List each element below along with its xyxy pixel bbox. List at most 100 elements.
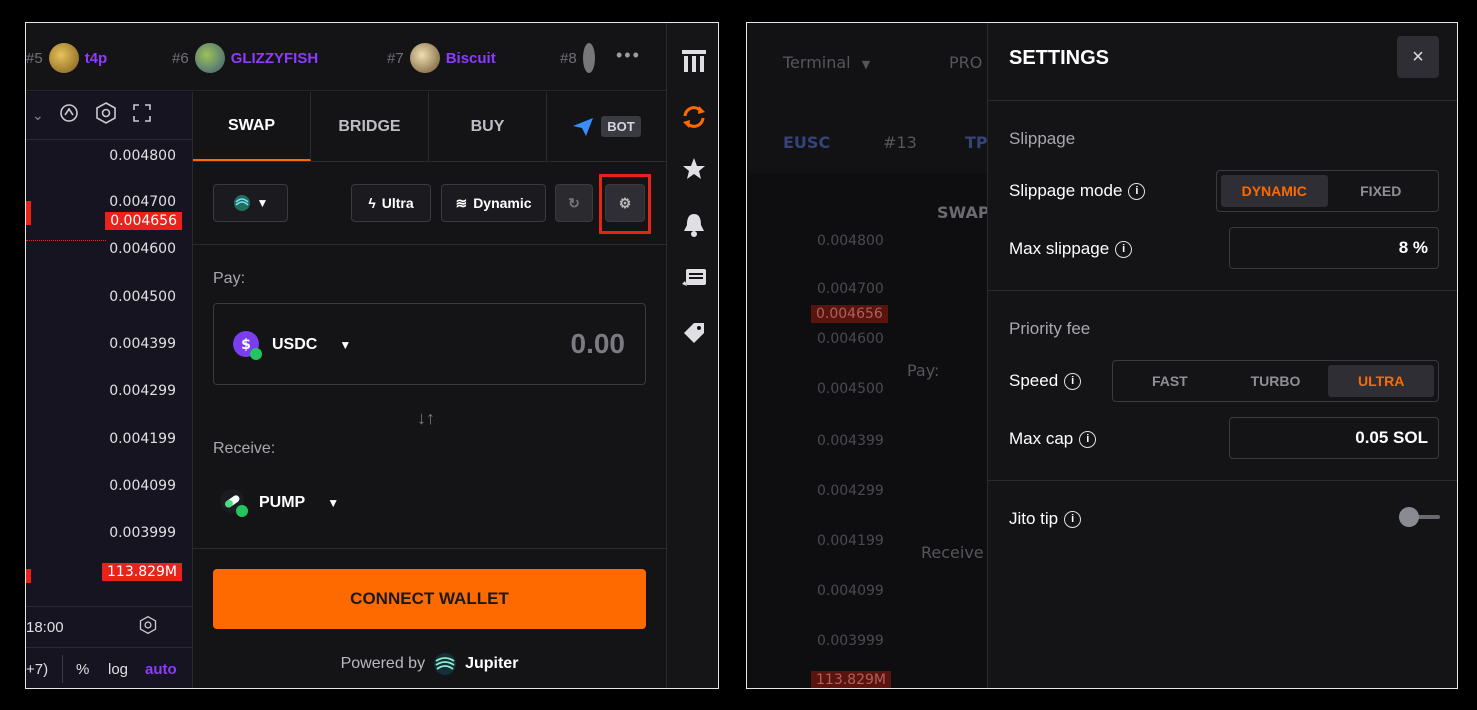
swap-panel: SWAP BRIDGE BUY BOT ▼ ϟ Ultra ≋ Dynamic [193,92,666,688]
speed-fast[interactable]: FAST [1117,365,1223,397]
pay-label: Pay: [213,270,246,287]
jupiter-logo-icon [434,653,457,675]
chart-toolbar: ⌄ [26,92,193,140]
divider [988,480,1457,481]
price-tick: 0.004299 [109,383,176,399]
leaderboard-rank: #6 [172,49,189,67]
max-slippage-label: Max slippage i [1009,239,1133,259]
current-price-tag: 0.004656 [811,305,888,323]
indicator-icon[interactable] [58,102,80,130]
auto-toggle[interactable]: auto [145,661,177,678]
time-label: 18:00 [26,619,64,636]
leaderboard-item[interactable]: #7 Biscuit [387,43,496,73]
columns-icon[interactable] [680,47,708,75]
receive-token-symbol: PUMP [259,494,306,511]
settings-hex-icon[interactable] [138,615,158,639]
info-icon[interactable]: i [1128,182,1146,200]
divider [988,290,1457,291]
slippage-mode-dynamic[interactable]: DYNAMIC [1221,175,1328,207]
speed-ultra[interactable]: ULTRA [1328,365,1435,397]
price-tick: 0.004099 [817,583,884,599]
max-slippage-input[interactable]: 8 % [1229,227,1439,269]
connect-wallet-button[interactable]: CONNECT WALLET [213,569,646,629]
fullscreen-icon[interactable] [132,103,152,129]
range-button[interactable]: +7) [26,661,48,678]
jito-tip-toggle[interactable] [1398,505,1440,529]
speed-label: Speed i [1009,371,1082,391]
tag-icon[interactable] [680,319,708,347]
leaderboard-item[interactable]: #8 [560,43,595,73]
tab-buy[interactable]: BUY [429,92,547,161]
powered-by: Powered by Jupiter [193,652,666,676]
wallet-icon[interactable] [680,265,708,293]
leaderboard-bar: #5 t4p #6 GLIZZYFISH #7 Biscuit #8 ••• [26,23,666,91]
leaderboard-item[interactable]: #6 GLIZZYFISH [172,43,318,73]
speed-turbo[interactable]: TURBO [1223,365,1329,397]
speed-toggle[interactable]: FAST TURBO ULTRA [1112,360,1439,402]
tab-bridge[interactable]: BRIDGE [311,92,429,161]
bell-icon[interactable] [680,211,708,239]
ultra-mode-button[interactable]: ϟ Ultra [351,184,431,222]
highlight-box [599,174,651,234]
max-cap-input[interactable]: 0.05 SOL [1229,417,1439,459]
info-icon[interactable]: i [1064,510,1082,528]
avatar [194,43,225,73]
leaderboard-item[interactable]: #5 t4p [26,43,107,73]
percent-toggle[interactable]: % [76,661,89,678]
eusc-label: EUSC [783,133,831,152]
waves-icon: ≋ [455,194,468,211]
settings-hex-icon[interactable] [94,101,118,131]
receive-token-select[interactable]: PUMP ▼ [219,488,339,518]
dimmed-background: Terminal ▼ PRO EUSC #13 TP SWAP Pay: Rec… [747,23,990,688]
receive-label: Receive: [213,440,276,457]
leaderboard-rank: #5 [26,49,43,67]
tab-swap[interactable]: SWAP [193,92,311,161]
swap-tab-label: SWAP [937,203,990,222]
tab-bot[interactable]: BOT [547,92,665,161]
pay-token-symbol: USDC [272,336,318,353]
avatar [582,43,595,73]
slippage-mode-toggle[interactable]: DYNAMIC FIXED [1216,170,1439,212]
slippage-mode-fixed[interactable]: FIXED [1328,175,1435,207]
pay-amount[interactable]: 0.00 [571,328,626,360]
info-icon[interactable]: i [1079,430,1097,448]
swap-widget-screenshot: #5 t4p #6 GLIZZYFISH #7 Biscuit #8 ••• ⌄ [25,22,719,689]
divider [988,100,1457,101]
terminal-label: Terminal [783,53,851,72]
price-tick: 0.004299 [817,483,884,499]
chevron-down-icon: ▼ [256,196,269,210]
max-cap-text: Max cap [1009,429,1074,448]
price-tick: 0.004800 [817,233,884,249]
terminal-menu: Terminal ▼ [783,53,870,72]
price-marker [26,201,31,225]
chevron-down-icon[interactable]: ⌄ [32,107,44,124]
price-tick: 0.003999 [817,633,884,649]
log-toggle[interactable]: log [108,661,128,678]
dynamic-mode-button[interactable]: ≋ Dynamic [441,184,546,222]
price-chart[interactable]: ⌄ 0.004800 0.004700 0.004656 0.004600 0.… [26,92,193,688]
swap-controls: ▼ ϟ Ultra ≋ Dynamic ↻ ⚙ [213,174,651,234]
pay-token-select[interactable]: $ USDC ▼ [232,330,351,360]
slippage-mode-label: Slippage mode i [1009,181,1146,201]
info-icon[interactable]: i [1064,372,1082,390]
price-tick: 0.004700 [817,281,884,297]
jito-tip-text: Jito tip [1009,509,1059,528]
swap-icon[interactable] [680,103,708,131]
side-rail [666,23,718,688]
refresh-button[interactable]: ↻ [555,184,593,222]
max-slippage-text: Max slippage [1009,239,1110,258]
priority-section-title: Priority fee [1009,319,1091,338]
more-icon[interactable]: ••• [616,45,641,66]
pay-input[interactable]: $ USDC ▼ 0.00 [213,303,646,385]
network-select[interactable]: ▼ [213,184,288,222]
receive-label: Receive [921,543,984,562]
rank-label: #13 [883,133,917,152]
swap-tabs: SWAP BRIDGE BUY BOT [193,92,666,162]
info-icon[interactable]: i [1115,240,1133,258]
pro-label: PRO [949,53,983,72]
send-icon [573,117,594,136]
close-button[interactable]: × [1397,36,1439,78]
star-icon[interactable] [680,155,708,183]
switch-icon[interactable]: ↓↑ [417,408,435,429]
usdc-icon: $ [233,331,262,360]
